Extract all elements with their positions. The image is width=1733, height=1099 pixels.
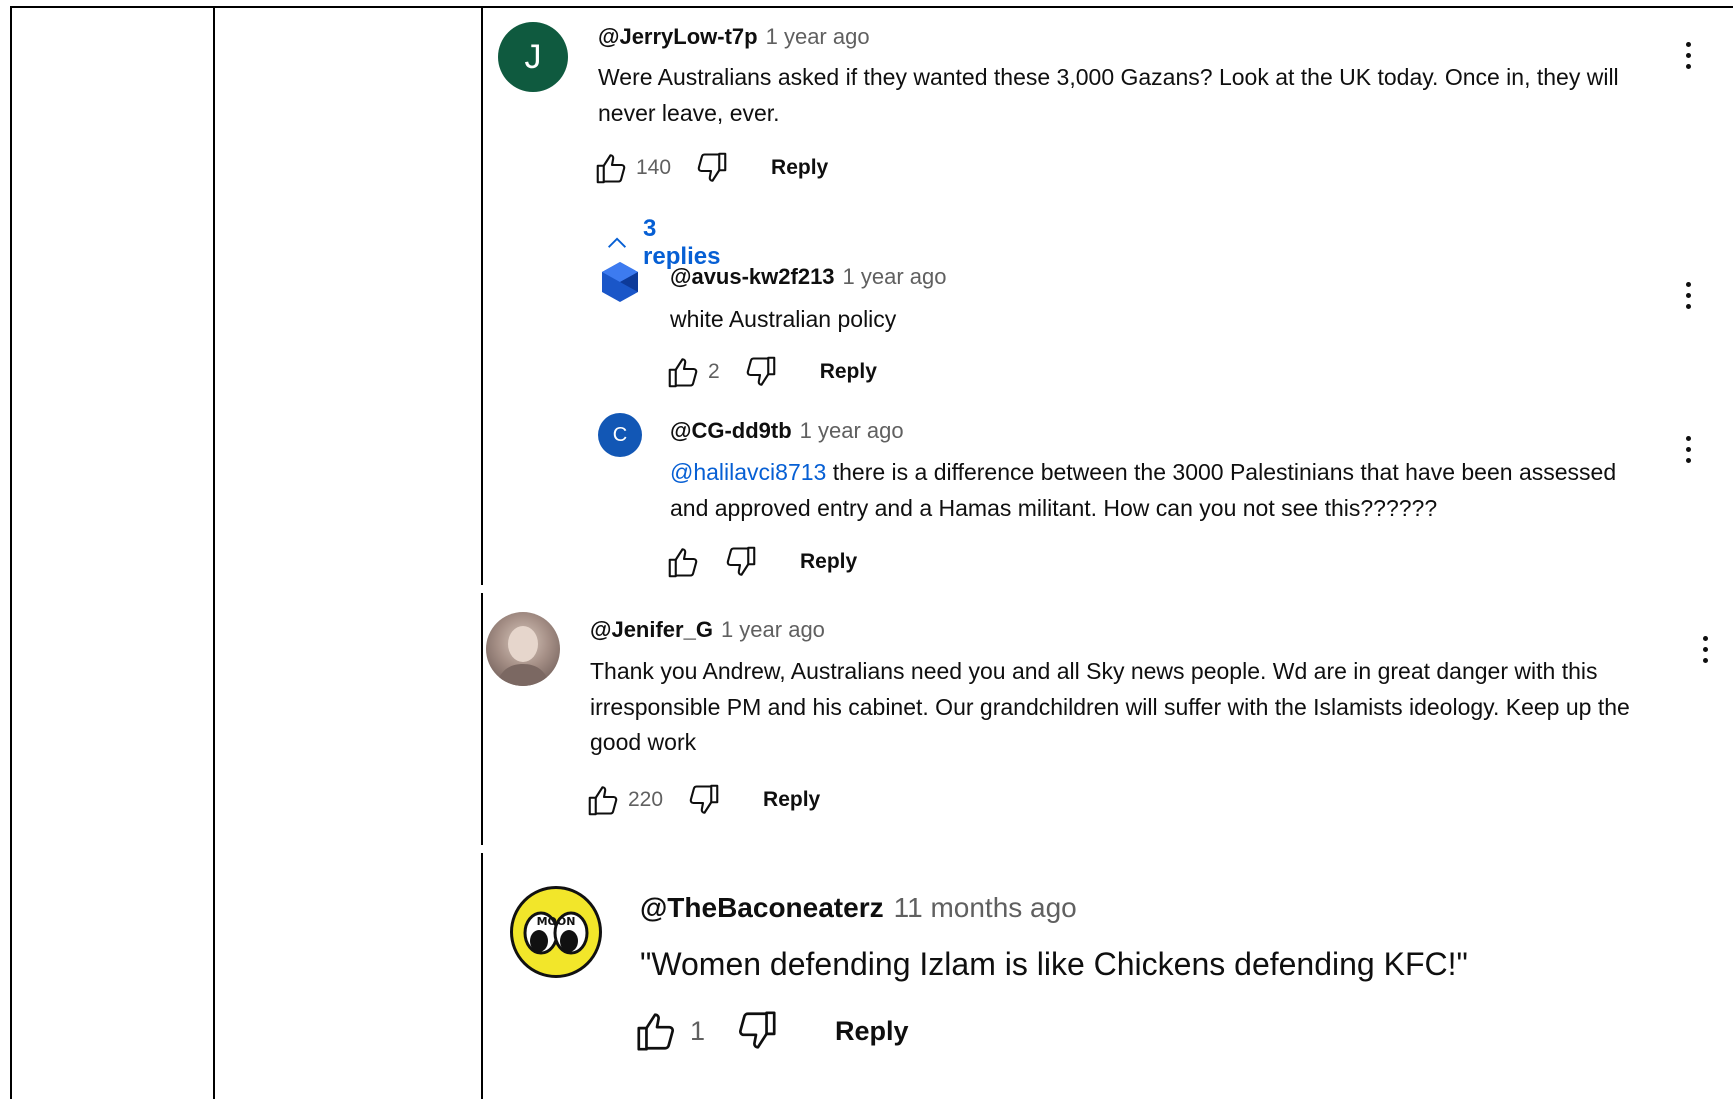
comment-text: "Women defending Izlam is like Chickens … — [640, 946, 1468, 982]
table-column-divider — [213, 6, 215, 1099]
thumbs-down-icon[interactable] — [742, 354, 778, 390]
thumbs-down-icon[interactable] — [685, 782, 721, 818]
avatar-letter: C — [612, 423, 628, 446]
thumbs-down-icon[interactable] — [733, 1008, 779, 1054]
like-count: 220 — [628, 788, 664, 811]
reply-button[interactable]: Reply — [771, 156, 828, 180]
comment-actions: 220 Reply — [586, 782, 820, 818]
reply-button[interactable]: Reply — [763, 788, 820, 812]
author-name[interactable]: @JerryLow-t7p — [598, 24, 758, 49]
comment-actions: Reply — [666, 544, 857, 580]
comment-author[interactable]: @Jenifer_G 1 year ago — [590, 617, 825, 643]
comment-timestamp[interactable]: 1 year ago — [766, 24, 870, 49]
comment-text: Were Australians asked if they wanted th… — [598, 64, 1619, 126]
avatar[interactable] — [598, 260, 642, 304]
thumbs-up-icon[interactable] — [666, 544, 702, 580]
row-gap — [481, 585, 484, 593]
chevron-up-icon — [608, 237, 627, 248]
table-frame — [10, 6, 1733, 1099]
avatar[interactable]: MOON — [510, 886, 602, 978]
thumbs-down-icon[interactable] — [693, 150, 729, 186]
author-name[interactable]: @avus-kw2f213 — [670, 264, 835, 289]
like-count: 2 — [708, 360, 720, 383]
thumbs-up-icon[interactable] — [666, 354, 702, 390]
comment-author[interactable]: @JerryLow-t7p 1 year ago — [598, 24, 870, 50]
thumbs-up-icon[interactable] — [594, 150, 630, 186]
thumbs-down-icon[interactable] — [722, 544, 758, 580]
thumbs-up-icon[interactable] — [586, 782, 622, 818]
more-options-icon[interactable] — [1683, 42, 1693, 69]
avatar[interactable]: J — [498, 22, 568, 92]
moon-eyes-avatar-icon: MOON — [523, 911, 589, 955]
author-name[interactable]: @TheBaconeaterz — [640, 892, 884, 923]
table-column-divider — [481, 6, 483, 1099]
comment-text: @halilavci8713 there is a difference bet… — [670, 455, 1630, 526]
comment-timestamp[interactable]: 1 year ago — [843, 264, 947, 289]
reply-button[interactable]: Reply — [820, 360, 877, 384]
avatar[interactable]: C — [598, 413, 642, 457]
like-count: 1 — [690, 1015, 706, 1046]
avatar-letter: J — [524, 37, 542, 76]
comment-author[interactable]: @avus-kw2f213 1 year ago — [670, 264, 947, 290]
author-name[interactable]: @CG-dd9tb — [670, 418, 792, 443]
comment-author[interactable]: @TheBaconeaterz 11 months ago — [640, 892, 1077, 924]
reply-button[interactable]: Reply — [835, 1016, 909, 1047]
comment-text: white Australian policy — [670, 306, 897, 332]
blue-gem-avatar-icon — [602, 262, 638, 302]
comment-timestamp[interactable]: 1 year ago — [800, 418, 904, 443]
comment-timestamp[interactable]: 11 months ago — [894, 892, 1077, 923]
mention-link[interactable]: @halilavci8713 — [670, 459, 826, 485]
comment-text: Thank you Andrew, Australians need you a… — [590, 658, 1630, 756]
thumbs-up-icon[interactable] — [634, 1008, 680, 1054]
svg-text:MOON: MOON — [537, 915, 576, 928]
author-name[interactable]: @Jenifer_G — [590, 617, 713, 642]
person-photo-icon — [496, 626, 550, 686]
comment-actions: 140 Reply — [594, 150, 828, 186]
comment-actions: 2 Reply — [666, 354, 877, 390]
comment-timestamp[interactable]: 1 year ago — [721, 617, 825, 642]
more-options-icon[interactable] — [1683, 282, 1693, 309]
avatar[interactable] — [486, 612, 560, 686]
row-gap — [481, 845, 484, 853]
more-options-icon[interactable] — [1683, 436, 1693, 463]
like-count: 140 — [636, 156, 672, 179]
more-options-icon[interactable] — [1700, 636, 1710, 663]
reply-button[interactable]: Reply — [800, 550, 857, 574]
comment-actions: 1 Reply — [634, 1008, 909, 1054]
replies-count-label: 3 replies — [643, 215, 721, 270]
comment-author[interactable]: @CG-dd9tb 1 year ago — [670, 418, 904, 444]
